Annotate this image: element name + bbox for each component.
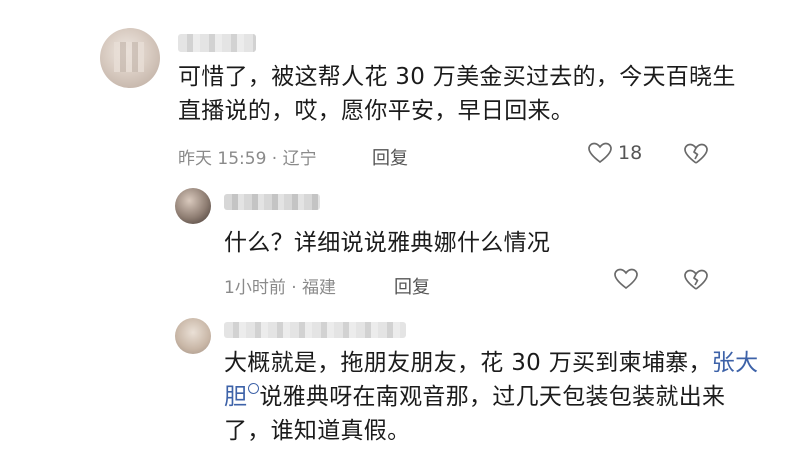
comment-meta: 昨天 15:59 · 辽宁 [178,149,317,169]
broken-heart-icon [684,143,708,165]
heart-outline-icon [588,142,612,164]
avatar[interactable] [175,188,211,224]
reply-text: 大概就是，拖朋友朋友，花 30 万买到柬埔寨，张大胆 说雅典呀在南观音那，过几天包… [224,346,764,448]
like-button[interactable] [614,268,638,290]
username-blurred[interactable] [224,322,406,338]
reply-text-before: 大概就是，拖朋友朋友，花 30 万买到柬埔寨， [224,350,712,376]
comment-text: 可惜了，被这帮人花 30 万美金买过去的，今天百晓生直播说的，哎，愿你平安，早日… [178,64,736,124]
username-blurred[interactable] [178,34,256,52]
like-button[interactable]: 18 [588,142,642,164]
broken-heart-icon [684,269,708,291]
username-blurred[interactable] [224,194,320,210]
avatar[interactable] [175,318,211,354]
dislike-button[interactable] [684,269,708,291]
like-count: 18 [618,142,643,164]
heart-outline-icon [614,268,638,290]
reply-text-after: 说雅典呀在南观音那，过几天包装包装就出来了，谁知道真假。 [224,384,726,444]
reply-button[interactable]: 回复 [394,273,430,299]
reply-text: 什么？详细说说雅典娜什么情况 [224,230,551,256]
avatar[interactable] [100,28,160,88]
dislike-button[interactable] [684,143,708,165]
reply-button[interactable]: 回复 [372,144,408,170]
search-link-icon[interactable] [248,383,260,394]
reply-meta: 1小时前 · 福建 [224,278,337,298]
